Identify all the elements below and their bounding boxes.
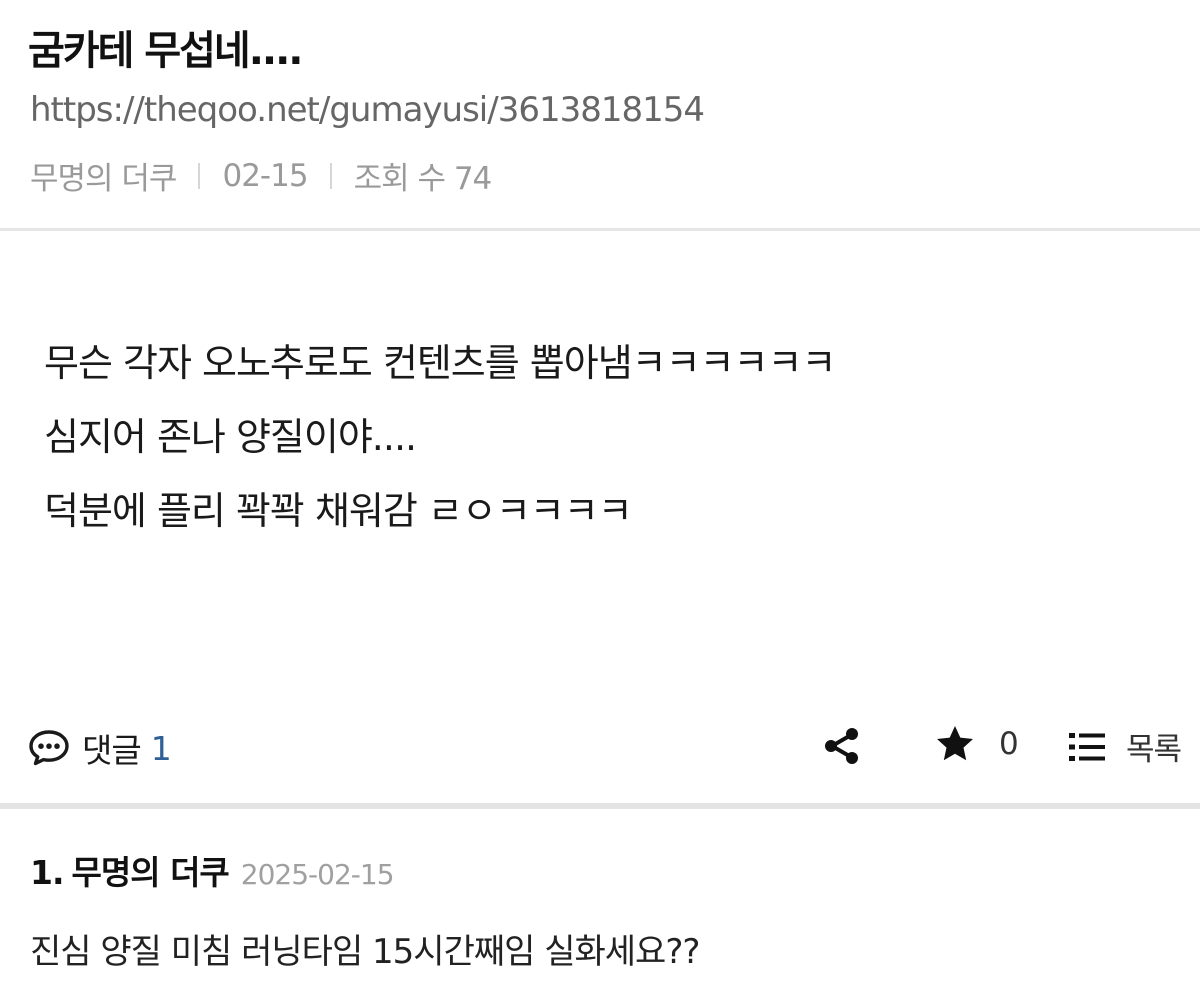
star-count: 0: [999, 726, 1019, 762]
body-line: 심지어 존나 양질이야....: [44, 415, 417, 459]
comment-label: 댓글: [82, 731, 142, 770]
share-icon: [822, 726, 862, 766]
comment-count: 1: [150, 728, 172, 768]
comment-number: 1.: [30, 853, 64, 892]
comment-item: 1. 무명의 더쿠 2025-02-15 진심 양질 미침 러닝타임 15시간째…: [30, 846, 1170, 973]
comment-header: 1. 무명의 더쿠 2025-02-15: [30, 846, 1170, 894]
meta-separator: [198, 162, 201, 189]
post-date: 02-15: [222, 157, 308, 194]
comment-author[interactable]: 무명의 더쿠: [72, 846, 230, 894]
comment-date: 2025-02-15: [240, 858, 395, 891]
comments-divider: [0, 803, 1200, 809]
comment-button[interactable]: 댓글 1: [28, 724, 172, 772]
post-author[interactable]: 무명의 더쿠: [30, 153, 177, 198]
post-header: 굼카테 무섭네.... https://theqoo.net/gumayusi/…: [0, 0, 1200, 228]
header-divider: [0, 228, 1200, 231]
post-body: 무슨 각자 오노추로도 컨텐츠를 뽑아냄ㅋㅋㅋㅋㅋㅋ 심지어 존나 양질이야..…: [44, 326, 1164, 548]
body-line: 덕분에 플리 꽉꽉 채워감 ㄹㅇㅋㅋㅋㅋ: [44, 489, 633, 533]
meta-separator: [329, 162, 332, 189]
list-label: 목록: [1126, 732, 1182, 768]
speech-bubble-icon: [28, 729, 70, 767]
action-bar: 댓글 1 0 목록: [0, 716, 1200, 776]
list-icon: [1068, 730, 1106, 764]
star-icon: [935, 724, 975, 764]
post-url[interactable]: https://theqoo.net/gumayusi/3613818154: [30, 90, 705, 130]
post-views: 조회 수 74: [353, 161, 493, 197]
star-button[interactable]: 0: [935, 724, 1019, 764]
body-line: 무슨 각자 오노추로도 컨텐츠를 뽑아냄ㅋㅋㅋㅋㅋㅋ: [44, 341, 836, 385]
list-button[interactable]: 목록: [1068, 724, 1182, 769]
post-meta: 무명의 더쿠 02-15 조회 수 74: [30, 153, 493, 198]
comment-text: 진심 양질 미침 러닝타임 15시간째임 실화세요??: [30, 932, 700, 972]
post-title: 굼카테 무섭네....: [28, 28, 304, 74]
share-button[interactable]: [822, 726, 862, 766]
